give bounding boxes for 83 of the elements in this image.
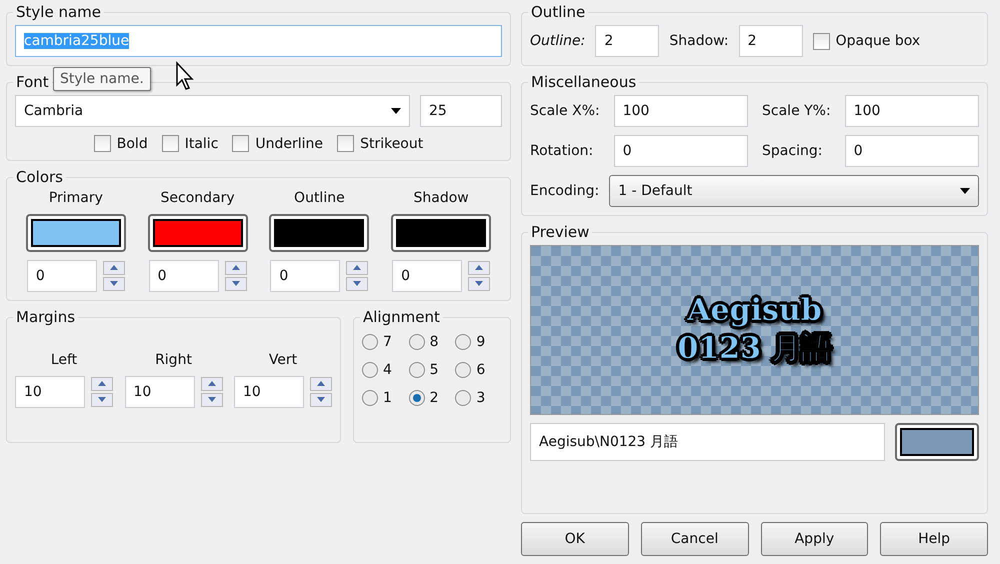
dialog-button[interactable]: Cancel xyxy=(640,522,748,556)
dialog-button[interactable]: OK xyxy=(521,522,629,556)
radio-button[interactable] xyxy=(455,362,472,378)
caret-icon xyxy=(960,188,970,194)
alpha-field[interactable]: 0 xyxy=(270,260,340,292)
checkbox[interactable] xyxy=(812,32,830,50)
group-title: Margins xyxy=(13,308,78,326)
radio-label: 9 xyxy=(476,334,486,350)
input-field[interactable]: 0 xyxy=(614,135,748,167)
field-label: Scale X%: xyxy=(530,103,600,119)
margin-field[interactable]: 10 xyxy=(15,376,85,408)
field-label: Rotation: xyxy=(530,143,594,159)
field-label: Scale Y%: xyxy=(762,103,831,119)
spin-buttons[interactable] xyxy=(200,377,222,407)
group-title: Alignment xyxy=(360,308,443,326)
alpha-field[interactable]: 0 xyxy=(392,260,462,292)
radio-label: 5 xyxy=(430,362,439,378)
caret-icon xyxy=(391,108,401,114)
preview-text: Aegisub xyxy=(686,292,823,330)
encoding-dropdown[interactable]: 1 - Default xyxy=(609,175,979,207)
input-field[interactable]: 0 xyxy=(844,135,979,167)
field-label: Spacing: xyxy=(762,143,824,159)
radio-button[interactable] xyxy=(408,362,425,378)
radio-button[interactable] xyxy=(362,390,378,406)
margin-field[interactable]: 10 xyxy=(124,376,194,408)
spin-buttons[interactable] xyxy=(468,261,490,291)
radio-label: 8 xyxy=(430,334,439,350)
color-swatch-button[interactable] xyxy=(269,214,370,252)
radio-button[interactable] xyxy=(455,390,472,406)
margin-label: Left xyxy=(50,352,78,368)
checkbox-label: Bold xyxy=(116,136,148,152)
color-swatch-button[interactable] xyxy=(148,214,248,252)
color-swatch-button[interactable] xyxy=(26,214,126,252)
checkbox-label: Opaque box xyxy=(836,33,920,49)
radio-button[interactable] xyxy=(362,362,378,378)
preview-text-field[interactable]: Aegisub\N0123 月語 xyxy=(530,423,885,461)
radio-button[interactable] xyxy=(408,334,425,350)
spin-buttons[interactable] xyxy=(102,261,125,291)
dialog-button[interactable]: Help xyxy=(880,522,988,556)
alpha-field[interactable]: 0 xyxy=(26,260,97,292)
input-field[interactable]: 100 xyxy=(844,95,979,127)
checkbox[interactable] xyxy=(162,135,179,152)
font-size-field[interactable]: 25 xyxy=(420,95,502,127)
field-label: Outline: xyxy=(530,33,586,49)
tooltip: Style name. xyxy=(53,67,151,91)
radio-button[interactable] xyxy=(455,334,472,350)
margin-label: Vert xyxy=(268,352,298,368)
margin-label: Right xyxy=(155,352,192,368)
radio-button[interactable] xyxy=(408,390,425,406)
spin-buttons[interactable] xyxy=(224,261,247,291)
checkbox[interactable] xyxy=(337,135,354,152)
dialog-button[interactable]: Apply xyxy=(760,522,868,556)
radio-label: 6 xyxy=(476,362,486,378)
group-title: Style name xyxy=(13,3,104,21)
radio-button[interactable] xyxy=(362,334,378,350)
color-swatch-button[interactable] xyxy=(391,214,492,252)
shadow-field[interactable]: 2 xyxy=(738,25,803,57)
field-label: Encoding: xyxy=(530,183,600,199)
field-label: Shadow: xyxy=(669,33,729,49)
color-label: Shadow xyxy=(414,190,469,206)
preview-text: 0123 月語 xyxy=(676,330,832,368)
radio-label: 7 xyxy=(383,334,392,350)
radio-label: 3 xyxy=(476,390,486,406)
alpha-field[interactable]: 0 xyxy=(148,260,219,292)
margin-field[interactable]: 10 xyxy=(234,376,304,408)
color-label: Primary xyxy=(48,190,103,206)
checkbox[interactable] xyxy=(232,135,250,152)
color-label: Secondary xyxy=(160,190,235,206)
checkbox-label: Italic xyxy=(184,136,218,152)
radio-label: 2 xyxy=(430,390,439,406)
color-label: Outline xyxy=(294,190,345,206)
checkbox-label: Strikeout xyxy=(360,136,424,152)
font-dropdown[interactable]: Cambria xyxy=(15,95,410,127)
input-field[interactable]: 100 xyxy=(614,95,748,127)
spin-buttons[interactable] xyxy=(91,377,113,407)
radio-label: 1 xyxy=(383,390,392,406)
background-color-button[interactable] xyxy=(895,423,979,461)
spin-buttons[interactable] xyxy=(310,377,332,407)
checkbox[interactable] xyxy=(94,135,111,152)
checkbox-label: Underline xyxy=(255,136,324,152)
outline-field[interactable]: 2 xyxy=(595,25,660,57)
radio-label: 4 xyxy=(383,362,392,378)
spin-buttons[interactable] xyxy=(346,261,368,291)
